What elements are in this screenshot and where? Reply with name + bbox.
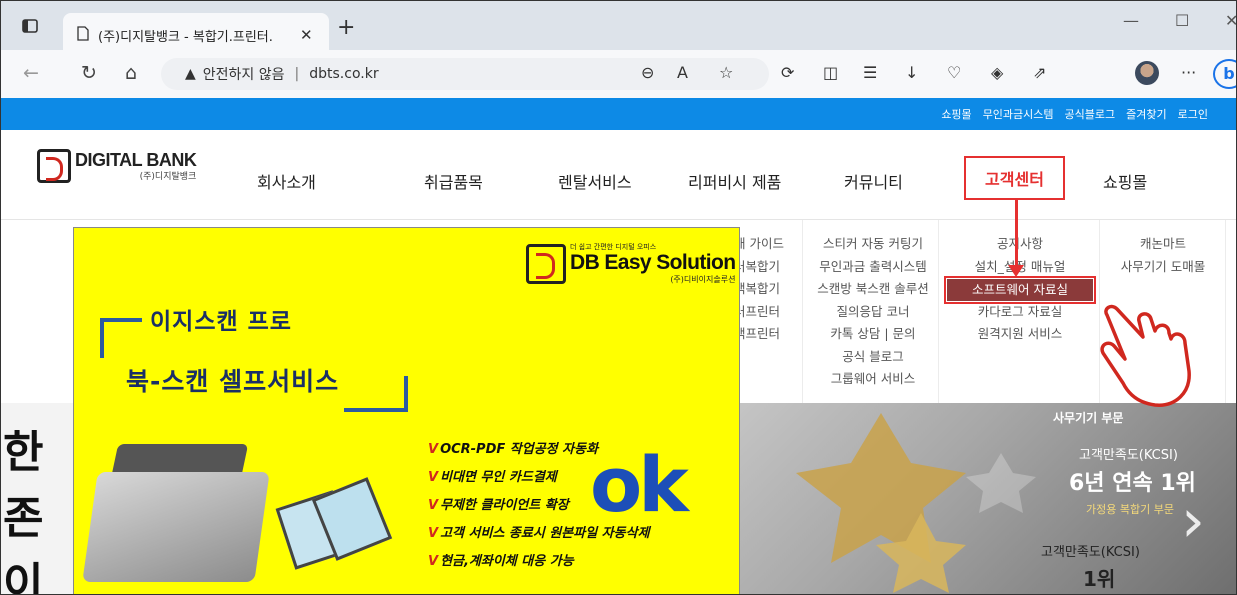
utility-link-shop[interactable]: 쇼핑몰	[941, 106, 971, 122]
menu-item[interactable]: 캐논마트	[1105, 233, 1221, 256]
menu-item-notice[interactable]: 공지사항	[947, 233, 1093, 256]
scanner-body-image	[82, 472, 270, 582]
feature-item: V 현금,계좌이체 대응 가능	[428, 554, 574, 569]
new-tab-button[interactable]: +	[337, 17, 355, 39]
favorite-star-icon[interactable]: ☆	[719, 63, 733, 83]
award2-title: 1위	[1083, 567, 1116, 591]
maximize-icon[interactable]: ☐	[1175, 11, 1189, 30]
download-icon[interactable]: ↓	[905, 63, 918, 83]
url-text[interactable]: dbts.co.kr	[309, 66, 378, 82]
nav-products[interactable]: 취급품목	[424, 169, 483, 193]
menu-item[interactable]: 사무기기 도매몰	[1105, 256, 1221, 279]
favorites-list-icon[interactable]: ☰	[863, 63, 877, 83]
back-icon[interactable]: ←	[23, 62, 39, 84]
page-icon	[77, 25, 89, 45]
menu-item[interactable]: 백복합기	[734, 278, 784, 301]
nav-refurbished[interactable]: 리퍼비시 제품	[688, 169, 781, 193]
menu-item[interactable]: 스캔방 북스캔 솔루션	[813, 278, 933, 301]
decor-line	[100, 318, 104, 358]
menu-divider	[1225, 220, 1226, 403]
utility-link-blog[interactable]: 공식블로그	[1065, 106, 1116, 122]
popup-title: 이지스캔 프로	[150, 309, 292, 335]
menu-item[interactable]: 스티커 자동 커팅기	[813, 233, 933, 256]
banner-next-icon[interactable]: ›	[1181, 491, 1205, 551]
menu-item[interactable]: 질의응답 코너	[813, 301, 933, 324]
more-menu-icon[interactable]: ···	[1181, 63, 1196, 83]
menu-item[interactable]: 카톡 상담 | 문의	[813, 323, 933, 346]
profile-avatar[interactable]	[1135, 61, 1159, 85]
popup-subtitle: 북-스캔 셀프서비스	[126, 367, 340, 396]
tab-bar: (주)디지탈뱅크 - 복합기.프린터. ✕ + — ☐ ✕	[1, 1, 1236, 57]
award2-label: 고객만족도(KCSI)	[1041, 545, 1140, 560]
refresh-icon[interactable]: ↻	[81, 62, 97, 84]
annotation-arrow-head	[1008, 265, 1024, 277]
utility-link-payment[interactable]: 무인과금시스템	[983, 106, 1054, 122]
award1-title: 6년 연속 1위	[1069, 471, 1196, 496]
menu-item[interactable]: 공식 블로그	[813, 346, 933, 369]
menu-item-remote[interactable]: 원격지원 서비스	[947, 323, 1093, 346]
nav-company[interactable]: 회사소개	[257, 169, 316, 193]
menu-column-shop: 캐논마트 사무기기 도매몰	[1105, 233, 1221, 278]
popup-brand: 더 쉽고 간편한 디지털 오피스 DB Easy Solution (주)디비이…	[526, 242, 736, 285]
award-category: 사무기기 부문	[1053, 411, 1124, 425]
menu-item[interactable]: 그룹웨어 서비스	[813, 368, 933, 391]
home-icon[interactable]: ⌂	[125, 62, 137, 84]
award1-label: 고객만족도(KCSI)	[1079, 448, 1178, 463]
tab-actions-icon[interactable]	[19, 15, 41, 37]
banner-left-text-2: 존	[3, 493, 44, 544]
menu-item[interactable]: 백프린터	[734, 323, 784, 346]
share-icon[interactable]: ⇗	[1033, 63, 1046, 83]
menu-divider	[802, 220, 803, 403]
menu-item[interactable]: 무인과금 출력시스템	[813, 256, 933, 279]
site-logo[interactable]: DIGITAL BANK (주)디지탈뱅크	[37, 149, 197, 183]
nav-shop[interactable]: 쇼핑몰	[1103, 169, 1147, 193]
decor-line	[100, 318, 142, 322]
browser-essentials-icon[interactable]: ◈	[991, 63, 1003, 83]
banner-left-text-1: 한	[3, 427, 44, 478]
award1-sub: 가정용 복합기 부문	[1086, 503, 1174, 516]
logo-title: DIGITAL BANK	[75, 150, 197, 170]
menu-item-catalog[interactable]: 카다로그 자료실	[947, 301, 1093, 324]
menu-item[interactable]: 매 가이드	[734, 233, 784, 256]
logo-mark-icon	[37, 149, 71, 183]
nav-community[interactable]: 커뮤니티	[844, 169, 903, 193]
popup-ad[interactable]: 더 쉽고 간편한 디지털 오피스 DB Easy Solution (주)디비이…	[73, 227, 740, 594]
address-bar: ← ↻ ⌂ ▲ 안전하지 않음 | dbts.co.kr ⊖ A ☆ ⟳ ◫ ☰…	[1, 50, 1236, 98]
brand-logo-icon	[526, 243, 566, 284]
close-tab-icon[interactable]: ✕	[300, 26, 313, 44]
nav-rental[interactable]: 렌탈서비스	[558, 169, 632, 193]
decor-line	[404, 376, 408, 412]
url-separator: |	[294, 66, 300, 82]
nav-customer-center-label: 고객센터	[985, 170, 1044, 189]
security-label[interactable]: 안전하지 않음	[203, 64, 285, 84]
menu-column-community: 스티커 자동 커팅기 무인과금 출력시스템 스캔방 북스캔 솔루션 질의응답 코…	[813, 233, 933, 391]
menu-item[interactable]: 러프린터	[734, 301, 784, 324]
split-screen-icon[interactable]: ◫	[823, 63, 838, 83]
utility-bar: 쇼핑몰 무인과금시스템 공식블로그 즐겨찾기 로그인	[1, 98, 1236, 130]
menu-divider	[938, 220, 939, 403]
decor-line	[344, 408, 408, 412]
minimize-icon[interactable]: —	[1123, 11, 1139, 30]
banner-left-text-3: 이	[3, 559, 44, 595]
brand-subtitle: (주)디비이지솔루션	[670, 275, 736, 284]
performance-icon[interactable]: ♡	[947, 63, 961, 83]
annotation-arrow	[1015, 199, 1018, 267]
ok-graphic: ok	[590, 440, 689, 529]
read-aloud-icon[interactable]: A	[677, 63, 688, 83]
bing-chat-icon[interactable]: b	[1213, 59, 1236, 89]
menu-column-guide: 매 가이드 러복합기 백복합기 러프린터 백프린터	[734, 233, 784, 346]
warning-icon[interactable]: ▲	[185, 66, 196, 82]
utility-link-favorites[interactable]: 즐겨찾기	[1126, 106, 1166, 122]
pointing-hand-icon	[1100, 304, 1191, 407]
extensions-icon[interactable]: ⟳	[781, 63, 794, 83]
zoom-icon[interactable]: ⊖	[641, 63, 654, 83]
brand-title: DB Easy Solution	[570, 251, 736, 274]
browser-window: (주)디지탈뱅크 - 복합기.프린터. ✕ + — ☐ ✕ ← ↻ ⌂ ▲ 안전…	[0, 0, 1237, 595]
close-window-icon[interactable]: ✕	[1225, 11, 1236, 30]
menu-item-software[interactable]: 소프트웨어 자료실	[944, 276, 1096, 304]
menu-item[interactable]: 러복합기	[734, 256, 784, 279]
tab-title: (주)디지탈뱅크 - 복합기.프린터.	[98, 29, 273, 45]
nav-customer-center[interactable]: 고객센터	[964, 156, 1065, 200]
utility-link-login[interactable]: 로그인	[1178, 106, 1208, 122]
